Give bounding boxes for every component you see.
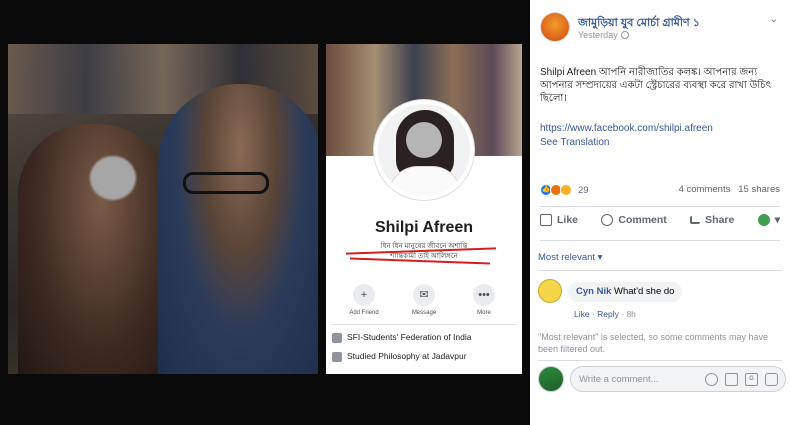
info-row: SFI-Students' Federation of India: [332, 332, 518, 343]
comment-composer[interactable]: G: [570, 366, 786, 392]
add-friend-icon: +: [353, 284, 375, 306]
divider: [540, 206, 780, 207]
filter-notice: "Most relevant" is selected, so some com…: [538, 332, 768, 354]
profile-info: SFI-Students' Federation of India Studie…: [332, 332, 518, 370]
reactions-summary[interactable]: 👍 29: [540, 184, 589, 196]
timestamp-text: Yesterday: [578, 30, 618, 40]
share-button[interactable]: Share: [690, 214, 734, 226]
divider: [332, 324, 516, 325]
haha-reaction-icon: [560, 184, 572, 196]
audience-selector[interactable]: ▾: [757, 214, 780, 226]
post-timestamp[interactable]: Yesterday: [578, 30, 629, 40]
divider: [538, 270, 782, 271]
profile-globe-icon: [757, 214, 770, 226]
message-button[interactable]: ✉ Message: [396, 284, 452, 316]
gif-icon[interactable]: G: [745, 373, 758, 386]
comment-author[interactable]: Cyn Nik: [576, 286, 611, 297]
current-user-avatar: [538, 366, 564, 392]
action-label: Message: [411, 310, 437, 316]
thumbs-up-icon: [540, 214, 552, 226]
info-text[interactable]: SFI-Students' Federation of India: [347, 332, 471, 343]
like-label: Like: [557, 214, 579, 226]
dark-strip: [0, 385, 528, 425]
glasses: [183, 172, 269, 194]
post-stats: 👍 29 4 comments 15 shares: [540, 184, 780, 198]
screenshot-root: Shilpi Afreen ধিন ধিন মানুষের জীবনে অশান…: [0, 0, 790, 425]
profile-name: Shilpi Afreen: [374, 219, 474, 236]
blurred-face: [406, 122, 442, 158]
blurred-face: [90, 156, 136, 200]
see-translation-link[interactable]: See Translation: [540, 137, 610, 148]
comments-count[interactable]: 4 comments: [679, 184, 731, 195]
messenger-icon: ✉: [413, 284, 435, 306]
shares-count[interactable]: 15 shares: [738, 184, 780, 195]
comment-label: Comment: [618, 214, 667, 226]
camera-icon[interactable]: [725, 373, 738, 386]
globe-icon: [620, 31, 629, 39]
post-text: Shilpi Afreen আপনি নারীজাতির কলঙ্ক। আপনা…: [540, 67, 771, 104]
share-icon: [690, 216, 701, 224]
divider: [540, 240, 780, 241]
info-text[interactable]: Studied Philosophy at Jadavpur: [347, 351, 467, 362]
page-avatar[interactable]: [540, 12, 570, 42]
comments-shares: 4 comments 15 shares: [679, 184, 780, 195]
chevron-down-icon[interactable]: ⌄: [770, 14, 778, 25]
emoji-icon[interactable]: [705, 373, 718, 386]
briefcase-icon: [332, 333, 342, 343]
man-figure: [158, 84, 318, 374]
comment-text: What'd she do: [614, 286, 675, 297]
share-label: Share: [705, 214, 735, 226]
comment-button[interactable]: Comment: [601, 214, 667, 226]
comment-like-link[interactable]: Like: [574, 309, 590, 319]
add-friend-button[interactable]: + Add Friend: [336, 284, 392, 316]
comment-meta: Like · Reply · 8h: [574, 309, 636, 319]
info-row: Studied Philosophy at Jadavpur: [332, 351, 518, 362]
comment-input[interactable]: [579, 371, 697, 388]
profile-card: Shilpi Afreen ধিন ধিন মানুষের জীবনে অশান…: [326, 44, 522, 374]
comment-icon: [601, 214, 614, 226]
chevron-down-icon: ▾: [774, 214, 780, 226]
news-photo: [8, 44, 318, 374]
comment-bubble: Cyn Nik What'd she do: [568, 282, 683, 302]
facebook-post: জামুড়িয়া যুব মোর্চা গ্রামীণ ১ Yesterda…: [530, 0, 790, 425]
graduation-icon: [332, 352, 342, 362]
girl-figure: [18, 124, 168, 374]
more-button[interactable]: ••• More: [456, 284, 512, 316]
post-header: জামুড়িয়া যুব মোর্চা গ্রামীণ ১ Yesterda…: [540, 12, 780, 48]
sticker-icon[interactable]: [765, 373, 778, 386]
comment-reply-link[interactable]: Reply: [597, 309, 619, 319]
action-label: Add Friend: [349, 310, 379, 316]
like-button[interactable]: Like: [540, 214, 578, 226]
action-label: More: [477, 310, 491, 316]
profile-avatar[interactable]: [374, 100, 474, 200]
more-icon: •••: [473, 284, 495, 306]
post-link[interactable]: https://www.facebook.com/shilpi.afreen: [540, 123, 713, 134]
commenter-avatar[interactable]: [538, 279, 562, 303]
divider: [538, 360, 782, 361]
reactions-count: 29: [578, 184, 589, 196]
comment-sort-dropdown[interactable]: Most relevant ▾: [538, 252, 602, 263]
profile-actions: + Add Friend ✉ Message ••• More: [336, 284, 512, 316]
comment-age[interactable]: 8h: [626, 309, 635, 319]
post-actions: Like Comment Share ▾: [540, 214, 780, 226]
